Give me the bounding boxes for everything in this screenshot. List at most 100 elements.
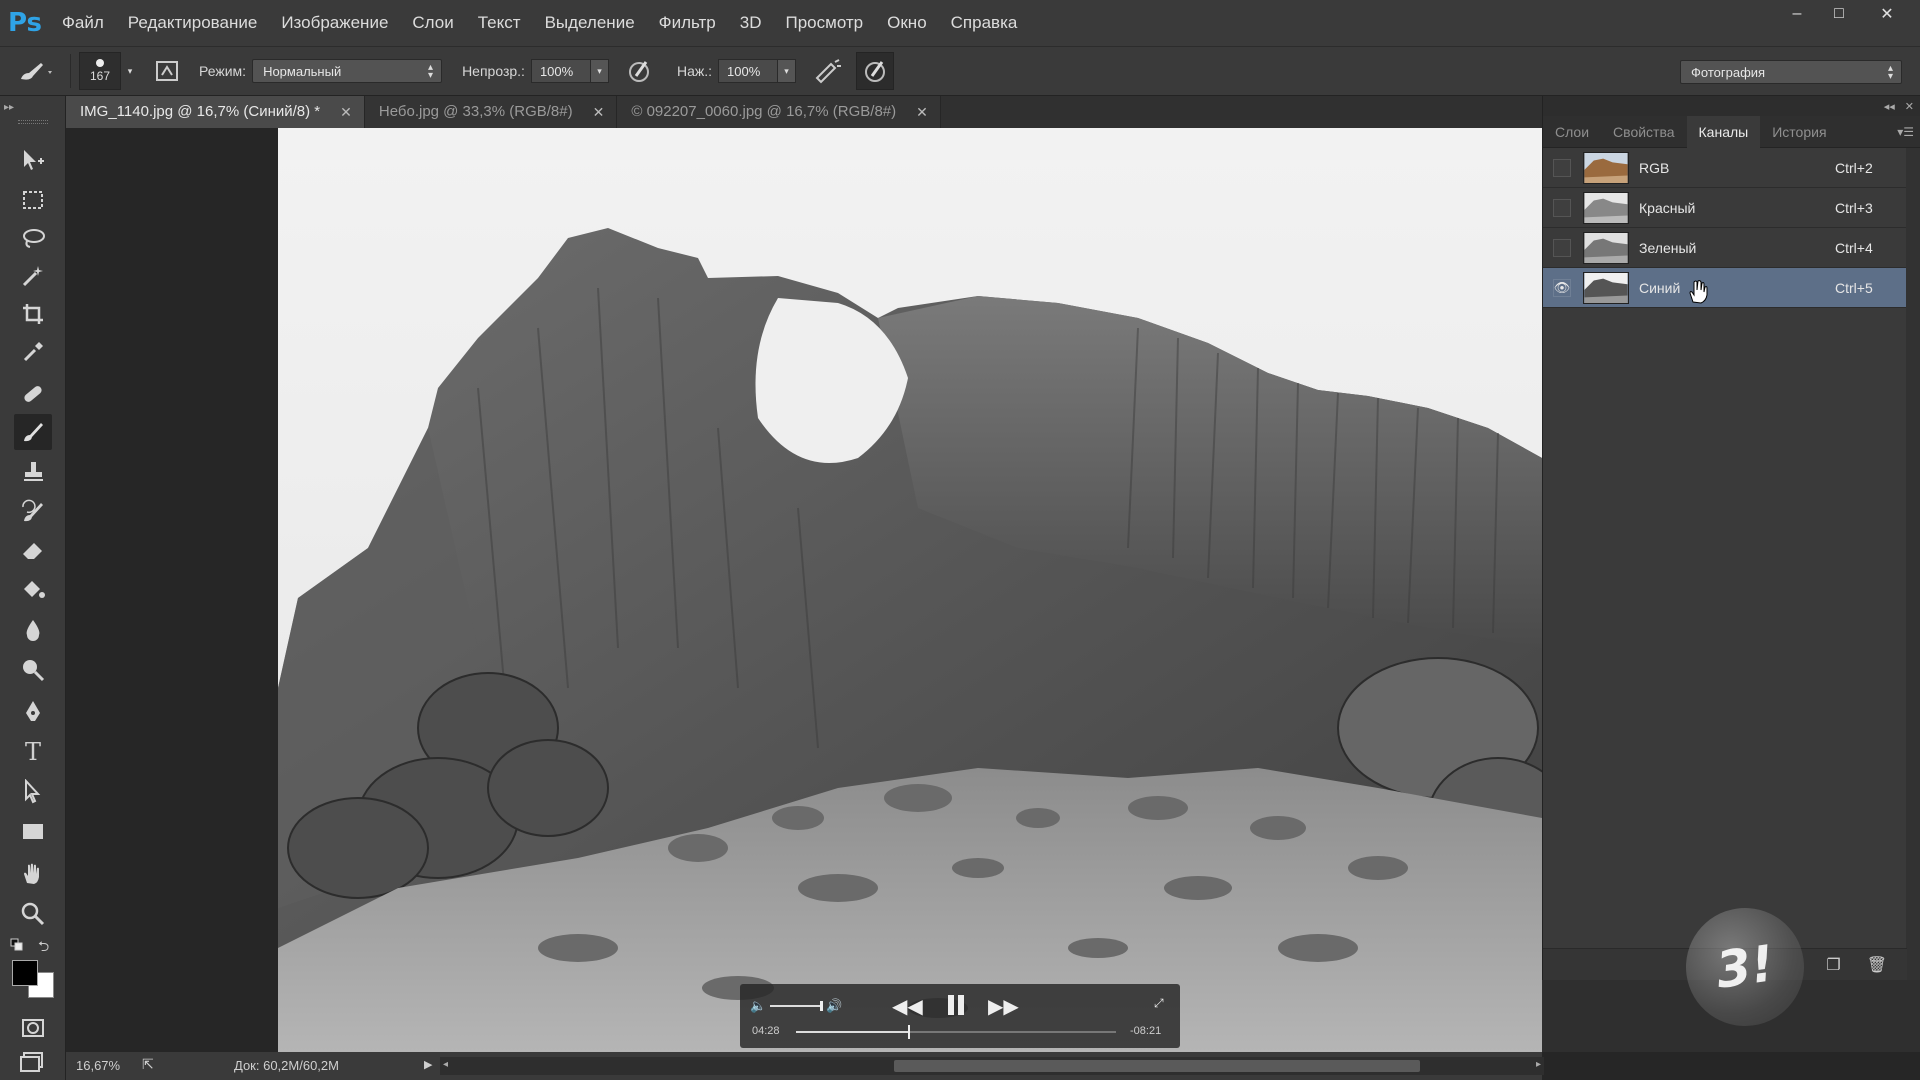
- tab-img-1140[interactable]: IMG_1140.jpg @ 16,7% (Синий/8) * ✕: [66, 96, 365, 128]
- foreground-color-swatch[interactable]: [12, 960, 38, 986]
- doc-size: Док: 60,2M/60,2M: [234, 1058, 339, 1073]
- pause-icon[interactable]: [944, 992, 968, 1018]
- opacity-input[interactable]: 100%: [530, 59, 591, 83]
- clone-stamp-tool-icon[interactable]: [14, 454, 52, 490]
- rectangle-tool-icon[interactable]: [14, 814, 52, 850]
- maximize-button[interactable]: □: [1818, 0, 1860, 28]
- menu-image[interactable]: Изображение: [269, 0, 400, 46]
- mode-select[interactable]: Нормальный ▴ ▾: [252, 59, 443, 83]
- brush-icon: [21, 63, 52, 80]
- share-icon[interactable]: ⇱: [142, 1056, 154, 1073]
- pressure-opacity-toggle[interactable]: [619, 51, 659, 91]
- pressure-input[interactable]: 100%: [718, 59, 778, 83]
- canvas-area[interactable]: [66, 128, 1542, 1052]
- brush-panel-toggle[interactable]: [147, 51, 187, 91]
- minimize-button[interactable]: –: [1776, 0, 1818, 28]
- opacity-dropdown[interactable]: ▾: [590, 59, 609, 83]
- volume-up-icon[interactable]: 🔊: [826, 998, 842, 1014]
- swap-colors-icon[interactable]: ⮌: [38, 936, 49, 960]
- channel-green[interactable]: Зеленый Ctrl+4: [1543, 228, 1920, 268]
- collapse-panel-icon[interactable]: ◂◂: [1884, 100, 1895, 113]
- channel-rgb[interactable]: RGB Ctrl+2: [1543, 148, 1920, 188]
- zoom-tool-icon[interactable]: [14, 896, 52, 932]
- tab-properties[interactable]: Свойства: [1601, 116, 1686, 148]
- brush-size-dropdown[interactable]: ▾: [121, 52, 139, 90]
- scroll-right-icon[interactable]: ▸: [1536, 1059, 1541, 1070]
- panel-scrollbar[interactable]: [1906, 148, 1920, 980]
- menu-window[interactable]: Окно: [875, 0, 939, 46]
- horizontal-scrollbar[interactable]: ◂ ▸: [440, 1057, 1544, 1075]
- pressure-dropdown[interactable]: ▾: [778, 59, 796, 83]
- tab-history[interactable]: История: [1760, 116, 1838, 148]
- crop-tool-icon[interactable]: [14, 296, 52, 332]
- visibility-toggle[interactable]: [1553, 238, 1571, 257]
- seek-knob[interactable]: [908, 1025, 910, 1039]
- menu-edit[interactable]: Редактирование: [116, 0, 270, 46]
- scroll-left-icon[interactable]: ◂: [443, 1059, 448, 1070]
- rewind-icon[interactable]: ◀◀: [892, 994, 923, 1019]
- close-tab-icon[interactable]: ✕: [916, 96, 928, 128]
- workspace-select[interactable]: Фотография ▴ ▾: [1680, 60, 1902, 84]
- tab-nebo[interactable]: Небо.jpg @ 33,3% (RGB/8#) ✕: [364, 96, 618, 128]
- fast-forward-icon[interactable]: ▶▶: [988, 994, 1019, 1019]
- zoom-level[interactable]: 16,67%: [76, 1058, 120, 1073]
- brush-preset-picker[interactable]: [0, 46, 70, 96]
- eye-icon[interactable]: 👁: [1553, 278, 1571, 297]
- menu-select[interactable]: Выделение: [533, 0, 647, 46]
- move-tool-icon[interactable]: [14, 142, 52, 178]
- fullscreen-icon[interactable]: ⤢: [1154, 996, 1164, 1011]
- tab-channels[interactable]: Каналы: [1686, 115, 1761, 148]
- tab-layers[interactable]: Слои: [1543, 116, 1601, 148]
- pen-tool-icon[interactable]: [14, 694, 52, 730]
- grip-icon[interactable]: [18, 120, 48, 124]
- airbrush-toggle[interactable]: [808, 51, 848, 91]
- dodge-tool-icon[interactable]: [14, 652, 52, 688]
- menu-3d[interactable]: 3D: [728, 0, 774, 46]
- menu-text[interactable]: Текст: [466, 0, 533, 46]
- type-tool-icon[interactable]: T: [14, 734, 52, 770]
- close-tab-icon[interactable]: ✕: [593, 96, 605, 128]
- screen-mode-icon[interactable]: [14, 1044, 52, 1080]
- menu-layers[interactable]: Слои: [400, 0, 465, 46]
- seek-bar[interactable]: [796, 1025, 1116, 1039]
- close-tab-icon[interactable]: ✕: [340, 96, 352, 128]
- brush-tool-icon[interactable]: [14, 414, 52, 450]
- volume-knob[interactable]: [820, 1001, 823, 1011]
- volume-slider[interactable]: [770, 1005, 820, 1007]
- mode-value: Нормальный: [263, 63, 342, 79]
- close-button[interactable]: ✕: [1860, 0, 1914, 28]
- scrollbar-thumb[interactable]: [894, 1060, 1420, 1072]
- paint-bucket-tool-icon[interactable]: [14, 572, 52, 608]
- channel-red[interactable]: Красный Ctrl+3: [1543, 188, 1920, 228]
- eyedropper-tool-icon[interactable]: [14, 334, 52, 370]
- channel-blue[interactable]: 👁 Синий Ctrl+5: [1543, 268, 1920, 308]
- menu-file[interactable]: Файл: [50, 0, 116, 46]
- tab-092207[interactable]: © 092207_0060.jpg @ 16,7% (RGB/8#) ✕: [617, 96, 941, 128]
- visibility-toggle[interactable]: [1553, 198, 1571, 217]
- blur-tool-icon[interactable]: [14, 612, 52, 648]
- opacity-label: Непрозр.:: [462, 63, 525, 79]
- trash-icon[interactable]: 🗑: [1867, 955, 1887, 975]
- status-menu-arrow-icon[interactable]: ▶: [424, 1058, 432, 1071]
- default-colors-icon[interactable]: [10, 938, 24, 952]
- tablet-size-toggle[interactable]: [856, 52, 894, 90]
- eraser-tool-icon[interactable]: [14, 532, 52, 568]
- history-brush-tool-icon[interactable]: [14, 494, 52, 530]
- new-channel-icon[interactable]: ❐: [1826, 955, 1840, 975]
- collapse-icon[interactable]: ▸▸: [4, 102, 14, 113]
- panel-menu-icon[interactable]: ▾☰: [1897, 125, 1914, 139]
- menu-filter[interactable]: Фильтр: [647, 0, 728, 46]
- lasso-tool-icon[interactable]: [14, 220, 52, 256]
- close-panel-icon[interactable]: ✕: [1905, 100, 1914, 113]
- mute-icon[interactable]: 🔈: [750, 998, 766, 1014]
- marquee-tool-icon[interactable]: [14, 182, 52, 218]
- hand-tool-icon[interactable]: [14, 856, 52, 892]
- menu-help[interactable]: Справка: [939, 0, 1030, 46]
- menu-view[interactable]: Просмотр: [774, 0, 876, 46]
- magic-wand-tool-icon[interactable]: [14, 258, 52, 294]
- healing-brush-tool-icon[interactable]: [14, 376, 52, 412]
- visibility-toggle[interactable]: [1553, 158, 1571, 177]
- brush-size-picker[interactable]: 167: [79, 52, 121, 90]
- quick-mask-icon[interactable]: [14, 1010, 52, 1046]
- path-selection-tool-icon[interactable]: [14, 774, 52, 810]
